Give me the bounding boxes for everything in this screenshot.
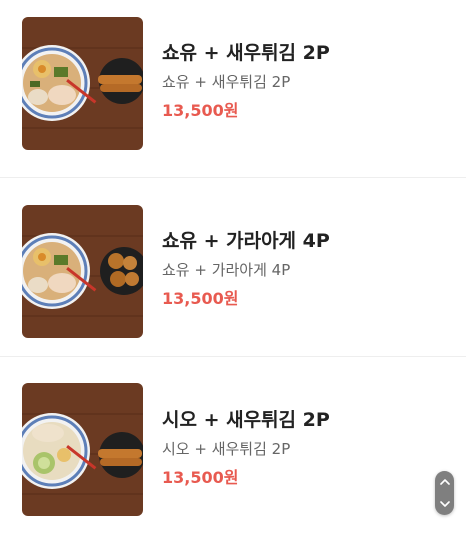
menu-item-photo[interactable] [22, 205, 143, 338]
menu-item-description: 시오 + 새우튀김 2P [162, 440, 291, 458]
menu-item-info: 쇼유 + 가라아게 4P 쇼유 + 가라아게 4P 13,500원 [162, 228, 446, 310]
ramen-with-fried-shrimp-photo [22, 17, 143, 150]
chevron-down-icon [439, 501, 450, 507]
menu-item-name: 쇼유 + 새우튀김 2P [162, 42, 330, 64]
menu-item-price: 13,500원 [162, 468, 239, 487]
menu-list: 쇼유 + 새우튀김 2P 쇼유 + 새우튀김 2P 13,500원 쇼유 + 가… [0, 0, 466, 549]
menu-item[interactable]: 쇼유 + 새우튀김 2P 쇼유 + 새우튀김 2P 13,500원 [0, 0, 466, 178]
menu-item-price: 13,500원 [162, 101, 239, 120]
menu-item-info: 쇼유 + 새우튀김 2P 쇼유 + 새우튀김 2P 13,500원 [162, 40, 446, 122]
ramen-with-karaage-photo [22, 205, 143, 338]
menu-item-photo[interactable] [22, 17, 143, 150]
scroll-down-button[interactable] [435, 493, 454, 515]
chevron-up-icon [439, 479, 450, 485]
menu-item-description: 쇼유 + 가라아게 4P [162, 261, 291, 279]
shio-ramen-with-fried-shrimp-photo [22, 383, 143, 516]
scroll-control[interactable] [435, 471, 454, 515]
menu-item-photo[interactable] [22, 383, 143, 516]
menu-item-info: 시오 + 새우튀김 2P 시오 + 새우튀김 2P 13,500원 [162, 407, 446, 489]
menu-item-name: 시오 + 새우튀김 2P [162, 409, 330, 431]
scroll-up-button[interactable] [435, 471, 454, 493]
menu-item-price: 13,500원 [162, 289, 239, 308]
menu-item-description: 쇼유 + 새우튀김 2P [162, 73, 291, 91]
menu-item[interactable]: 시오 + 새우튀김 2P 시오 + 새우튀김 2P 13,500원 [0, 357, 466, 549]
menu-item[interactable]: 쇼유 + 가라아게 4P 쇼유 + 가라아게 4P 13,500원 [0, 178, 466, 357]
menu-item-name: 쇼유 + 가라아게 4P [162, 230, 330, 252]
